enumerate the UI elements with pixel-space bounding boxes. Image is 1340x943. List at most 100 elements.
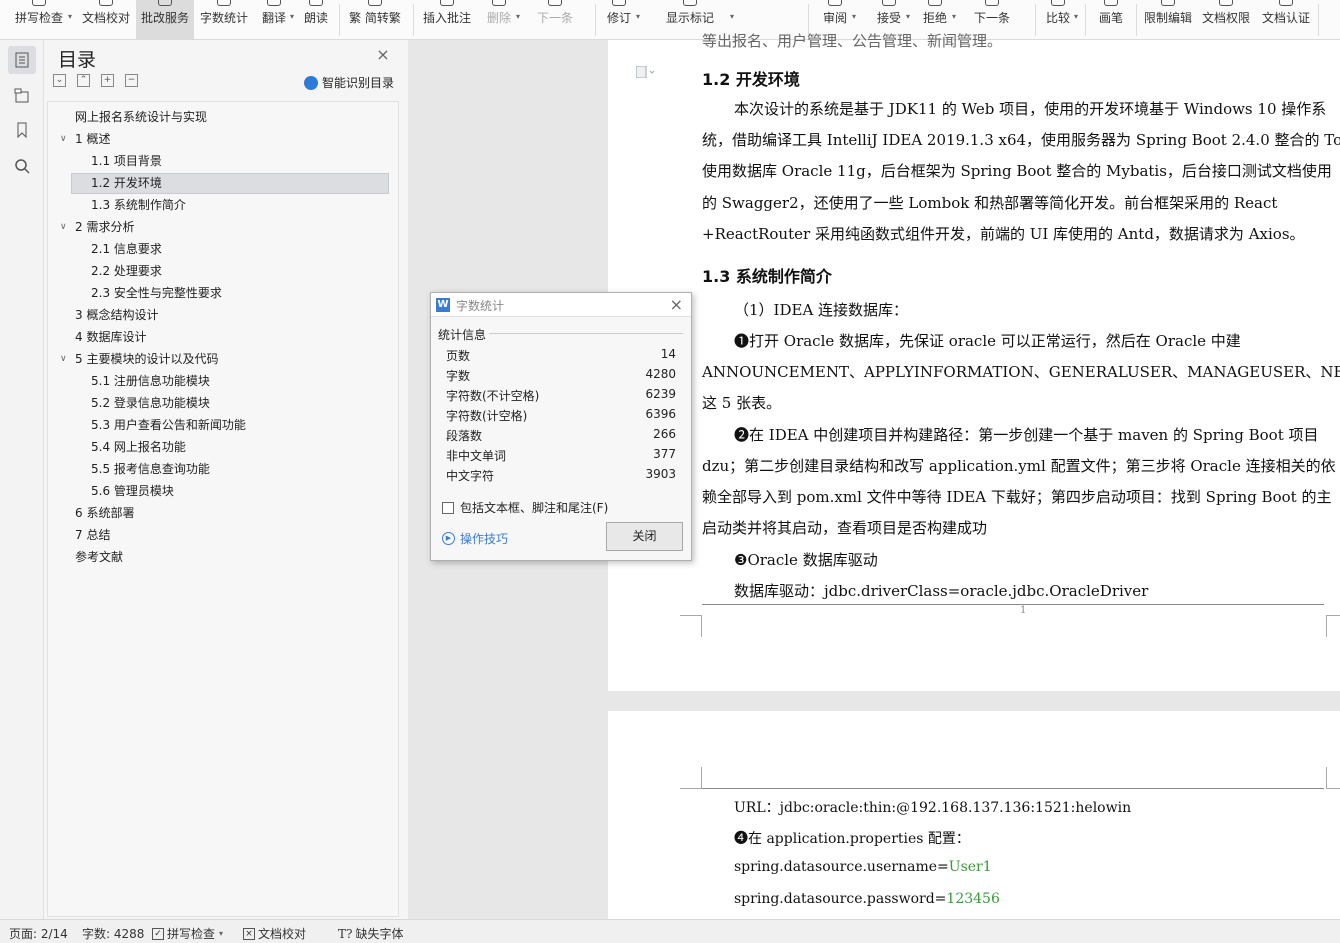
toc-item[interactable]: 1.2 开发环境 <box>48 172 398 194</box>
ribbon-button[interactable]: 下一条 <box>522 0 588 39</box>
toc-panel: 目录 × ⌄ ⌃ + − 智能识别目录 网上报名系统设计与实现 ∨ 1 概述 1.1 … <box>44 40 408 919</box>
font-icon: T? <box>338 926 353 941</box>
ribbon-button[interactable]: 比较 ▾ <box>1038 0 1078 39</box>
ribbon-button[interactable]: 插入批注 <box>418 0 476 39</box>
ribbon-button[interactable]: 文档认证 <box>1258 0 1314 39</box>
smart-toc-label: 智能识别目录 <box>321 76 394 90</box>
toc-item-label: 5.3 用户查看公告和新闻功能 <box>91 418 246 432</box>
ribbon-button-icon <box>1219 0 1233 6</box>
ribbon-button[interactable]: 字数统计 <box>196 0 252 39</box>
toc-item-label: 7 总结 <box>75 528 111 542</box>
stat-label: 非中文单词 <box>446 449 507 463</box>
toc-item-label: 2 需求分析 <box>75 220 135 234</box>
toc-item[interactable]: 3 概念结构设计 <box>48 304 398 326</box>
toc-item[interactable]: 7 总结 <box>48 524 398 546</box>
include-textbox-checkbox[interactable]: 包括文本框、脚注和尾注(F) <box>442 499 608 516</box>
toc-item[interactable]: 参考文献 <box>48 546 398 568</box>
search-icon[interactable] <box>8 152 36 180</box>
paragraph-line: ❷在 IDEA 中创建项目并构建路径：第一步创建一个基于 maven 的 Spr… <box>734 426 1319 444</box>
toc-item[interactable]: 2.1 信息要求 <box>48 238 398 260</box>
tips-link[interactable]: ▶ 操作技巧 <box>442 530 508 547</box>
ribbon-button[interactable]: 删除 ▾ <box>478 0 520 39</box>
toc-item[interactable]: 2.3 安全性与完整性要求 <box>48 282 398 304</box>
dialog-titlebar[interactable]: W 字数统计 × <box>431 293 691 317</box>
ribbon-button[interactable]: 文档校对 <box>78 0 134 39</box>
collapse-all-icon[interactable]: ⌄ <box>53 74 66 87</box>
paragraph-line: +ReactRouter 采用纯函数式组件开发，前端的 UI 库使用的 Antd… <box>702 225 1305 243</box>
toc-item-label: 5 主要模块的设计以及代码 <box>75 352 219 366</box>
ribbon-button[interactable]: 文档权限 <box>1198 0 1254 39</box>
missing-font-status[interactable]: T? 缺失字体 <box>338 925 403 942</box>
stat-row: 段落数 266 <box>446 427 676 447</box>
ribbon-button-icon <box>548 0 562 6</box>
ribbon-button[interactable]: 繁 简转繁 <box>342 0 408 39</box>
page-corner-mark <box>680 615 702 637</box>
ribbon-button-label: 文档校对 <box>81 11 130 25</box>
ribbon-button-label: 修订 <box>606 11 631 25</box>
toc-item[interactable]: ∨ 2 需求分析 <box>48 216 398 238</box>
paragraph-marker-icon[interactable] <box>635 65 656 81</box>
toc-item-label: 2.2 处理要求 <box>91 264 162 278</box>
toc-item[interactable]: 5.2 登录信息功能模块 <box>48 392 398 414</box>
chevron-down-icon[interactable]: ∨ <box>60 348 67 370</box>
url-line: URL：jdbc:oracle:thin:@192.168.137.136:15… <box>734 800 1132 816</box>
toc-item[interactable]: 网上报名系统设计与实现 <box>48 106 398 128</box>
close-icon[interactable]: × <box>376 47 390 63</box>
expand-all-icon[interactable]: ⌃ <box>77 74 90 87</box>
ribbon-button-icon <box>1161 0 1175 6</box>
remove-heading-icon[interactable]: − <box>125 74 138 87</box>
ribbon-button-icon <box>683 0 697 6</box>
username-key: spring.datasource.username= <box>734 859 949 875</box>
proofread-status[interactable]: × 文档校对 <box>243 925 306 942</box>
chevron-down-icon[interactable]: ∨ <box>60 128 67 150</box>
toc-title: 目录 <box>58 49 97 71</box>
toc-item[interactable]: ∨ 1 概述 <box>48 128 398 150</box>
toc-panel-icon[interactable] <box>8 46 36 74</box>
toc-item[interactable]: 2.2 处理要求 <box>48 260 398 282</box>
toc-item[interactable]: 5.6 管理员模块 <box>48 480 398 502</box>
toc-item[interactable]: 5.3 用户查看公告和新闻功能 <box>48 414 398 436</box>
username-line: spring.datasource.username=User1 <box>734 859 992 875</box>
ribbon-button-label: 拼写检查 <box>14 11 63 25</box>
bookmark-icon[interactable] <box>8 116 36 144</box>
toc-item[interactable]: ∨ 5 主要模块的设计以及代码 <box>48 348 398 370</box>
ribbon-button[interactable]: 限制编辑 <box>1140 0 1196 39</box>
toc-item-label: 1.3 系统制作简介 <box>91 198 186 212</box>
section-divider <box>489 333 683 334</box>
chevron-down-icon[interactable]: ∨ <box>60 216 67 238</box>
ribbon-button[interactable]: 修订 ▾ <box>598 0 640 39</box>
ribbon-button-label: 限制编辑 <box>1143 11 1192 25</box>
ribbon-separator <box>1085 4 1086 36</box>
spell-check-status[interactable]: ✓ 拼写检查 ▾ <box>152 925 223 942</box>
smart-toc-button[interactable]: 智能识别目录 <box>303 74 394 91</box>
ribbon-button-label: 删除 <box>486 11 511 25</box>
navigation-icon[interactable] <box>8 82 36 110</box>
toc-item[interactable]: 5.5 报考信息查询功能 <box>48 458 398 480</box>
toc-item[interactable]: 1.3 系统制作简介 <box>48 194 398 216</box>
paragraph-line: ❸Oracle 数据库驱动 <box>734 551 878 569</box>
ribbon-button[interactable]: 拼写检查 ▾ <box>6 0 72 39</box>
checkbox-box[interactable] <box>442 501 454 514</box>
page-indicator[interactable]: 页面: 2/14 <box>9 925 68 942</box>
paragraph-line: 赖全部导入到 pom.xml 文件中等待 IDEA 下载好；第四步启动项目：找到… <box>702 488 1332 506</box>
toc-item[interactable]: 1.1 项目背景 <box>48 150 398 172</box>
paragraph-line: 本次设计的系统是基于 JDK11 的 Web 项目，使用的开发环境基于 Wind… <box>734 100 1327 118</box>
toc-item[interactable]: 5.1 注册信息功能模块 <box>48 370 398 392</box>
toc-item[interactable]: 6 系统部署 <box>48 502 398 524</box>
close-button[interactable]: 关闭 <box>606 522 683 551</box>
ribbon-button-label: 下一条 <box>973 11 1010 25</box>
toc-item[interactable]: 4 数据库设计 <box>48 326 398 348</box>
close-icon[interactable]: × <box>670 295 683 314</box>
toc-item[interactable]: 5.4 网上报名功能 <box>48 436 398 458</box>
ribbon-button[interactable]: 朗读 <box>298 0 334 39</box>
ribbon-button[interactable]: 画笔 <box>1092 0 1130 39</box>
ribbon-button[interactable]: 批改服务 <box>136 0 194 39</box>
word-count-indicator[interactable]: 字数: 4288 <box>82 925 144 942</box>
password-line: spring.datasource.password=123456 <box>734 891 1000 907</box>
toc-list: 网上报名系统设计与实现 ∨ 1 概述 1.1 项目背景 1.2 开发环境 1.3 系统制作… <box>47 101 399 917</box>
ribbon-button-icon <box>1104 0 1118 6</box>
toc-item-label: 参考文献 <box>75 550 124 564</box>
add-heading-icon[interactable]: + <box>101 74 114 87</box>
ribbon-button[interactable]: 翻译 ▾ <box>254 0 294 39</box>
ribbon-button-icon <box>928 0 942 6</box>
